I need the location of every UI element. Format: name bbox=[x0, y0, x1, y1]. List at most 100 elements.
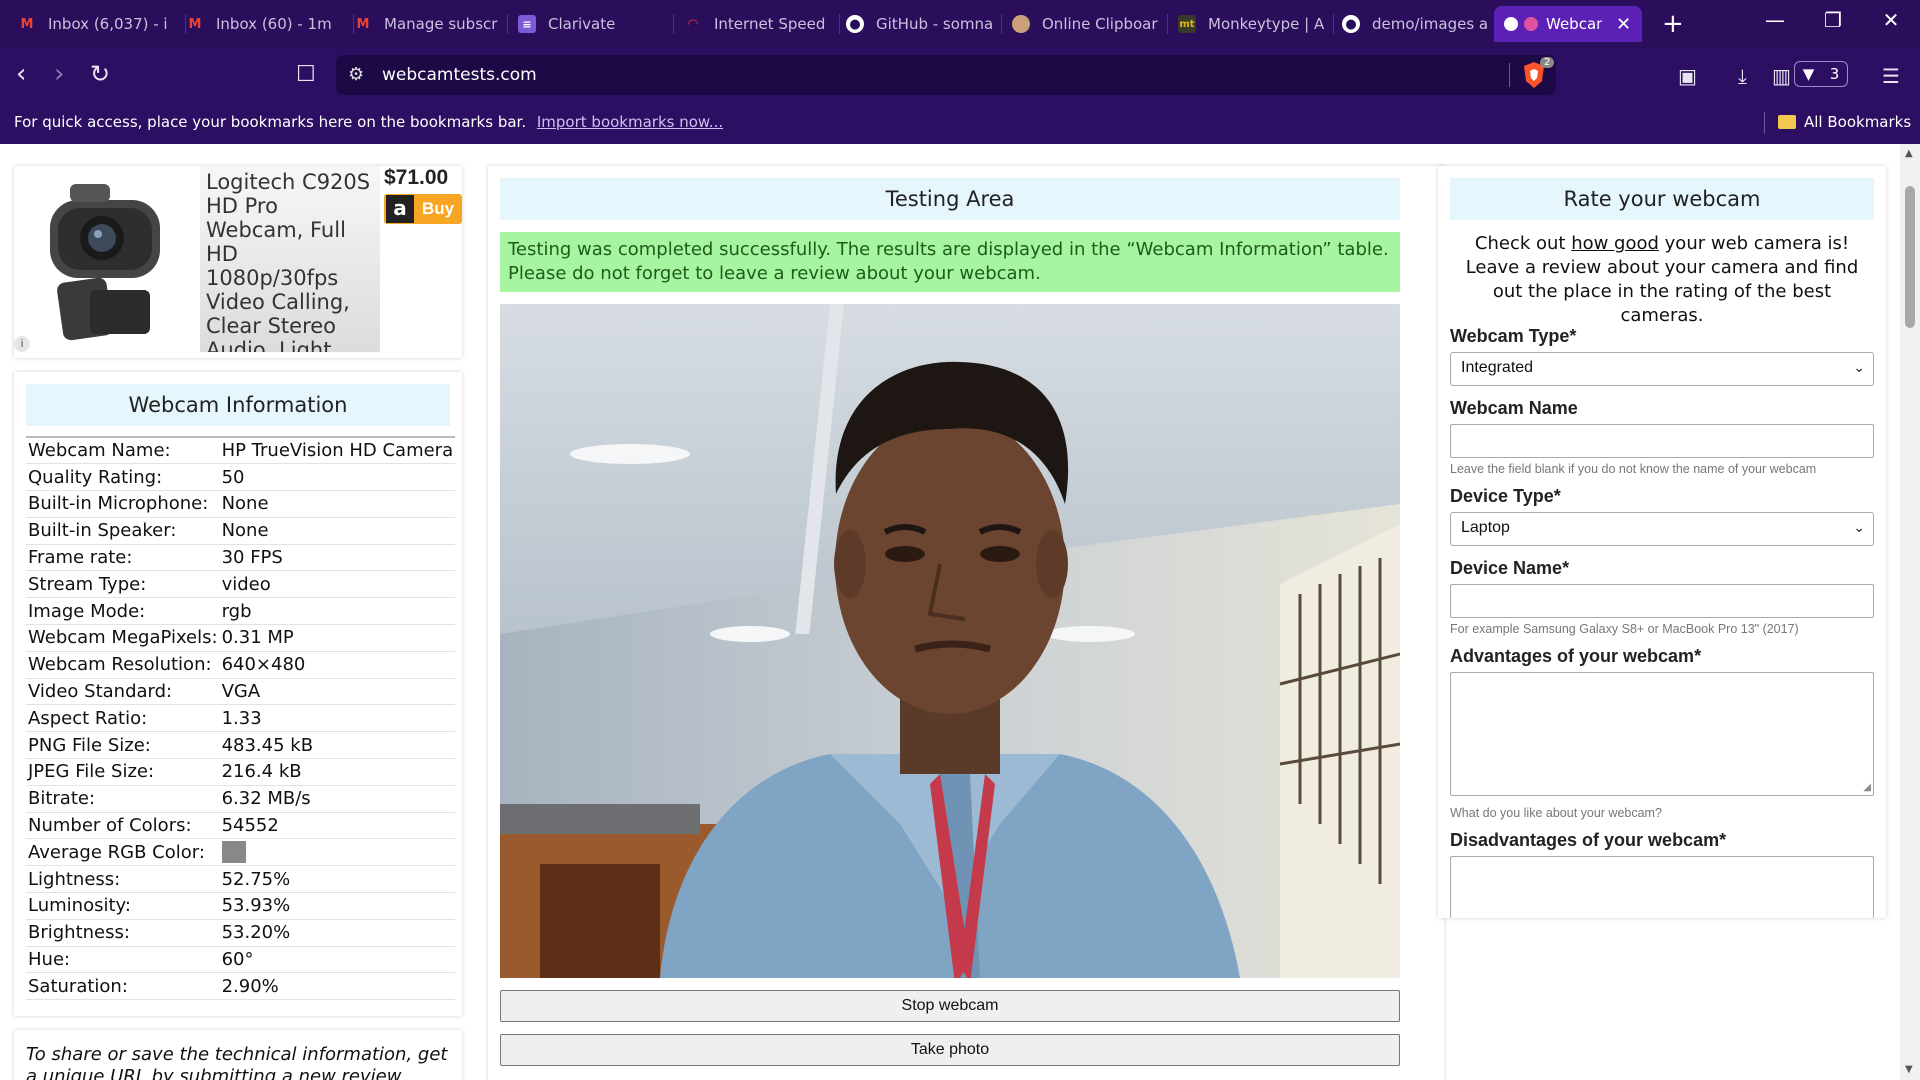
chevron-down-icon: ⌄ bbox=[1853, 519, 1865, 535]
info-value: None bbox=[219, 490, 456, 518]
info-value: 0.31 MP bbox=[219, 624, 456, 652]
info-row: Image Mode: rgb bbox=[26, 597, 456, 626]
info-key: Saturation: bbox=[26, 972, 220, 1001]
device-type-select[interactable]: Laptop ⌄ bbox=[1450, 512, 1874, 546]
site-info-icon[interactable]: ⚙ bbox=[348, 64, 364, 85]
screenshot-icon[interactable]: ▣ bbox=[1678, 64, 1697, 88]
info-value: 54552 bbox=[219, 812, 456, 840]
scroll-thumb[interactable] bbox=[1905, 186, 1915, 328]
tab-gmail-manage[interactable]: M Manage subscri bbox=[344, 6, 508, 42]
webcam-type-select[interactable]: Integrated ⌄ bbox=[1450, 352, 1874, 386]
info-value: 50 bbox=[219, 463, 456, 492]
webcam-name-input[interactable] bbox=[1450, 424, 1874, 458]
info-row: Built-in Speaker: None bbox=[26, 517, 456, 545]
resize-handle-icon[interactable]: ◢ bbox=[1863, 782, 1871, 793]
tab-webcam-active[interactable]: Webcam ✕ bbox=[1494, 6, 1642, 42]
product-ad[interactable]: Logitech C920S HD Pro Webcam, Full HD 10… bbox=[14, 166, 462, 358]
tab-clarivate[interactable]: ≡ Clarivate bbox=[508, 6, 674, 42]
info-row: PNG File Size: 483.45 kB bbox=[26, 731, 456, 760]
info-value: None bbox=[219, 517, 456, 545]
url-text[interactable]: webcamtests.com bbox=[382, 65, 537, 85]
info-key: Number of Colors: bbox=[26, 812, 220, 840]
testing-area-heading: Testing Area bbox=[500, 178, 1400, 220]
page-scrollbar[interactable]: ▲ ▼ bbox=[1900, 144, 1920, 1080]
rewards-icon: ▼ bbox=[1802, 65, 1815, 83]
info-key: Frame rate: bbox=[26, 544, 220, 572]
device-name-input[interactable] bbox=[1450, 584, 1874, 618]
back-icon[interactable]: ‹ bbox=[16, 61, 26, 87]
info-key: Webcam MegaPixels: bbox=[26, 624, 220, 652]
bookmarks-hint: For quick access, place your bookmarks h… bbox=[14, 113, 527, 131]
webcam-info-heading: Webcam Information bbox=[26, 384, 450, 426]
close-window-icon[interactable]: ✕ bbox=[1868, 8, 1914, 32]
share-text: To share or save the technical informati… bbox=[26, 1044, 448, 1080]
info-key: Lightness: bbox=[26, 865, 220, 894]
disadvantages-textarea[interactable] bbox=[1450, 856, 1874, 918]
average-color-swatch bbox=[221, 841, 246, 864]
folder-icon bbox=[1778, 115, 1796, 129]
gmail-icon: M bbox=[20, 16, 34, 32]
webcam-product-image bbox=[50, 184, 160, 341]
tab-monkeytype[interactable]: mt Monkeytype | A bbox=[1168, 6, 1334, 42]
info-value: rgb bbox=[219, 597, 456, 626]
success-message: Testing was completed successfully. The … bbox=[500, 232, 1400, 292]
tab-gmail-inbox-1[interactable]: M Inbox (6,037) - i bbox=[8, 6, 186, 42]
webcam-info-table: Webcam Name: HP TrueVision HD Camera Quali… bbox=[26, 436, 456, 1001]
sidebar-icon[interactable]: ▥ bbox=[1772, 64, 1791, 88]
close-tab-icon[interactable]: ✕ bbox=[1616, 14, 1631, 35]
info-key: Average RGB Color: bbox=[26, 838, 220, 867]
info-row: Bitrate: 6.32 MB/s bbox=[26, 785, 456, 813]
how-good-link[interactable]: how good bbox=[1571, 233, 1659, 254]
import-bookmarks-link[interactable]: Import bookmarks now... bbox=[537, 113, 723, 131]
download-icon[interactable]: ⤓ bbox=[1738, 64, 1747, 88]
info-row: Frame rate: 30 FPS bbox=[26, 544, 456, 572]
info-key: Built-in Microphone: bbox=[26, 490, 220, 518]
device-type-label: Device Type* bbox=[1450, 486, 1561, 506]
restore-icon[interactable]: ❐ bbox=[1810, 8, 1856, 32]
device-name-label: Device Name* bbox=[1450, 558, 1570, 578]
info-row: Number of Colors: 54552 bbox=[26, 812, 456, 840]
bookmark-icon[interactable]: ☐ bbox=[296, 62, 316, 87]
info-key: Built-in Speaker: bbox=[26, 517, 220, 545]
info-row: Built-in Microphone: None bbox=[26, 490, 456, 518]
tab-gmail-inbox-2[interactable]: M Inbox (60) - 1m bbox=[176, 6, 354, 42]
info-value: 2.90% bbox=[219, 972, 456, 1001]
new-tab-icon[interactable]: + bbox=[1662, 11, 1684, 37]
rate-intro: Check out how good your web camera is! L… bbox=[1465, 233, 1859, 326]
monkeytype-icon: mt bbox=[1178, 15, 1196, 33]
info-key: PNG File Size: bbox=[26, 731, 220, 760]
tab-online-clipboard[interactable]: Online Clipboar bbox=[1002, 6, 1168, 42]
stop-webcam-button[interactable]: Stop webcam bbox=[500, 990, 1400, 1022]
info-key: Quality Rating: bbox=[26, 463, 220, 492]
info-row: JPEG File Size: 216.4 kB bbox=[26, 758, 456, 786]
advantages-textarea[interactable]: ◢ bbox=[1450, 672, 1874, 796]
info-row: Webcam Name: HP TrueVision HD Camera bbox=[26, 436, 456, 465]
advantages-label: Advantages of your webcam* bbox=[1450, 646, 1702, 666]
tab-github-demo[interactable]: ● demo/images a bbox=[1332, 6, 1498, 42]
scroll-up-icon[interactable]: ▲ bbox=[1905, 148, 1913, 159]
menu-icon[interactable]: ☰ bbox=[1882, 64, 1900, 88]
device-name-hint: For example Samsung Galaxy S8+ or MacBoo… bbox=[1450, 622, 1799, 636]
brave-rewards-button[interactable]: ▼ 3 bbox=[1794, 61, 1848, 87]
info-row: Average RGB Color: bbox=[26, 838, 456, 867]
page-viewport: Logitech C920S HD Pro Webcam, Full HD 10… bbox=[0, 144, 1900, 1080]
product-description[interactable]: Logitech C920S HD Pro Webcam, Full HD 10… bbox=[200, 166, 380, 352]
tab-github[interactable]: ● GitHub - somna bbox=[836, 6, 1002, 42]
info-key: Stream Type: bbox=[26, 570, 220, 599]
all-bookmarks-button[interactable]: All Bookmarks bbox=[1778, 113, 1911, 131]
info-row: Hue: 60° bbox=[26, 946, 456, 974]
info-row: Stream Type: video bbox=[26, 570, 456, 599]
forward-icon[interactable]: › bbox=[54, 61, 64, 87]
address-bar[interactable]: ⚙ webcamtests.com 2 bbox=[336, 55, 1556, 95]
info-row: Webcam MegaPixels: 0.31 MP bbox=[26, 624, 456, 652]
minimize-icon[interactable]: — bbox=[1752, 8, 1798, 32]
buy-button[interactable]: a Buy bbox=[384, 194, 462, 224]
info-key: Aspect Ratio: bbox=[26, 704, 220, 733]
take-photo-button[interactable]: Take photo bbox=[500, 1034, 1400, 1066]
info-key: Hue: bbox=[26, 946, 220, 974]
tab-internet-speed[interactable]: ◠ Internet Speed bbox=[674, 6, 840, 42]
info-key: JPEG File Size: bbox=[26, 758, 220, 786]
scroll-down-icon[interactable]: ▼ bbox=[1905, 1064, 1913, 1075]
reload-icon[interactable]: ↻ bbox=[90, 62, 110, 86]
ad-info-icon[interactable]: i bbox=[14, 336, 30, 352]
